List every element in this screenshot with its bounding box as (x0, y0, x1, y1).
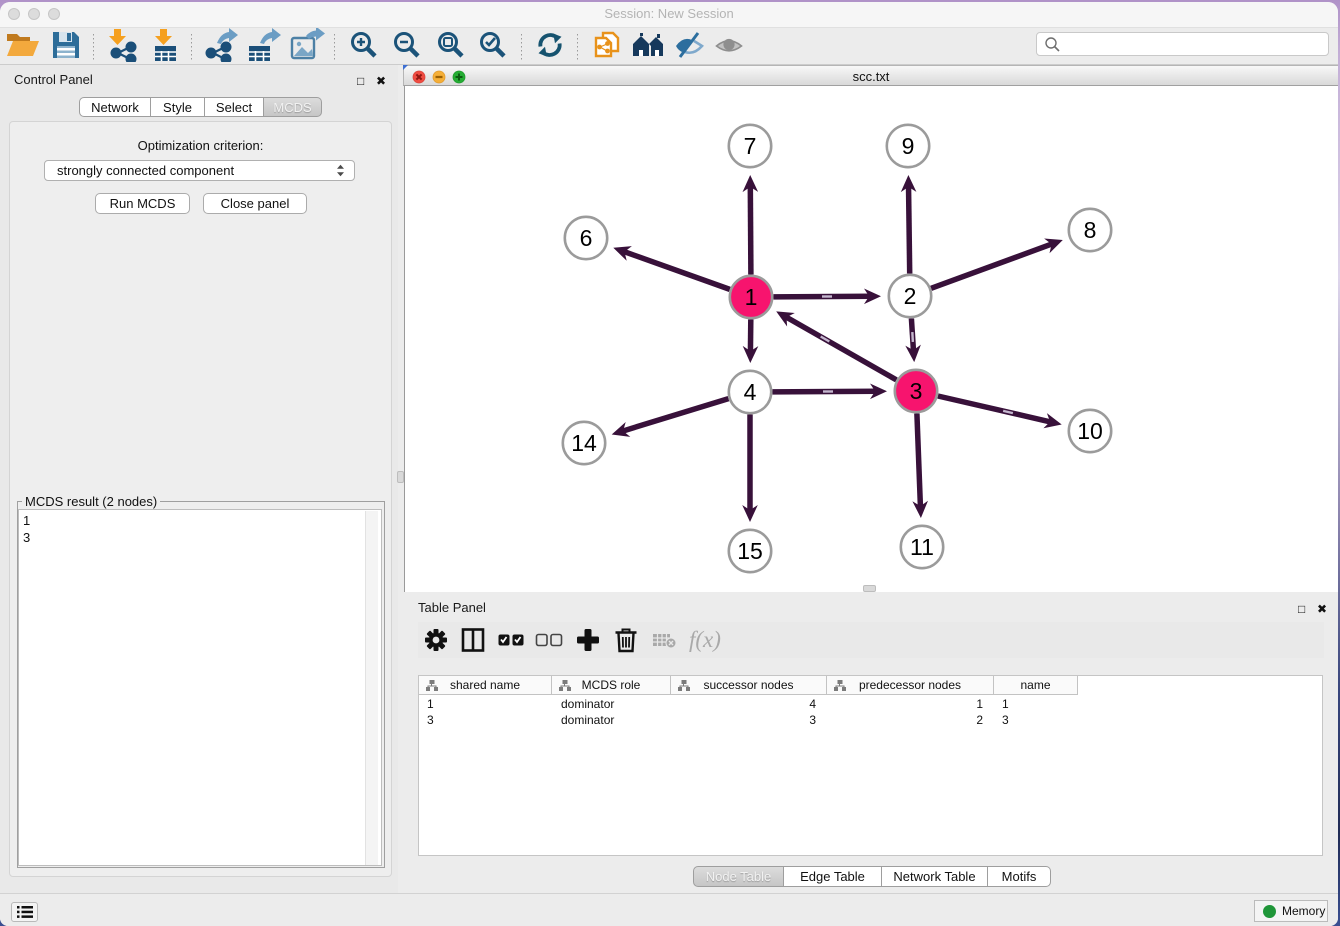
svg-text:2: 2 (904, 283, 917, 309)
svg-text:3: 3 (910, 378, 923, 404)
svg-text:8: 8 (1084, 217, 1097, 243)
svg-text:4: 4 (744, 379, 757, 405)
svg-text:15: 15 (737, 538, 763, 564)
svg-text:9: 9 (902, 133, 915, 159)
svg-text:14: 14 (571, 430, 597, 456)
svg-text:f(x): f(x) (689, 627, 721, 652)
svg-text:11: 11 (910, 534, 934, 560)
svg-text:7: 7 (744, 133, 757, 159)
svg-text:10: 10 (1077, 418, 1103, 444)
svg-text:6: 6 (580, 225, 593, 251)
svg-text:1: 1 (745, 284, 758, 310)
